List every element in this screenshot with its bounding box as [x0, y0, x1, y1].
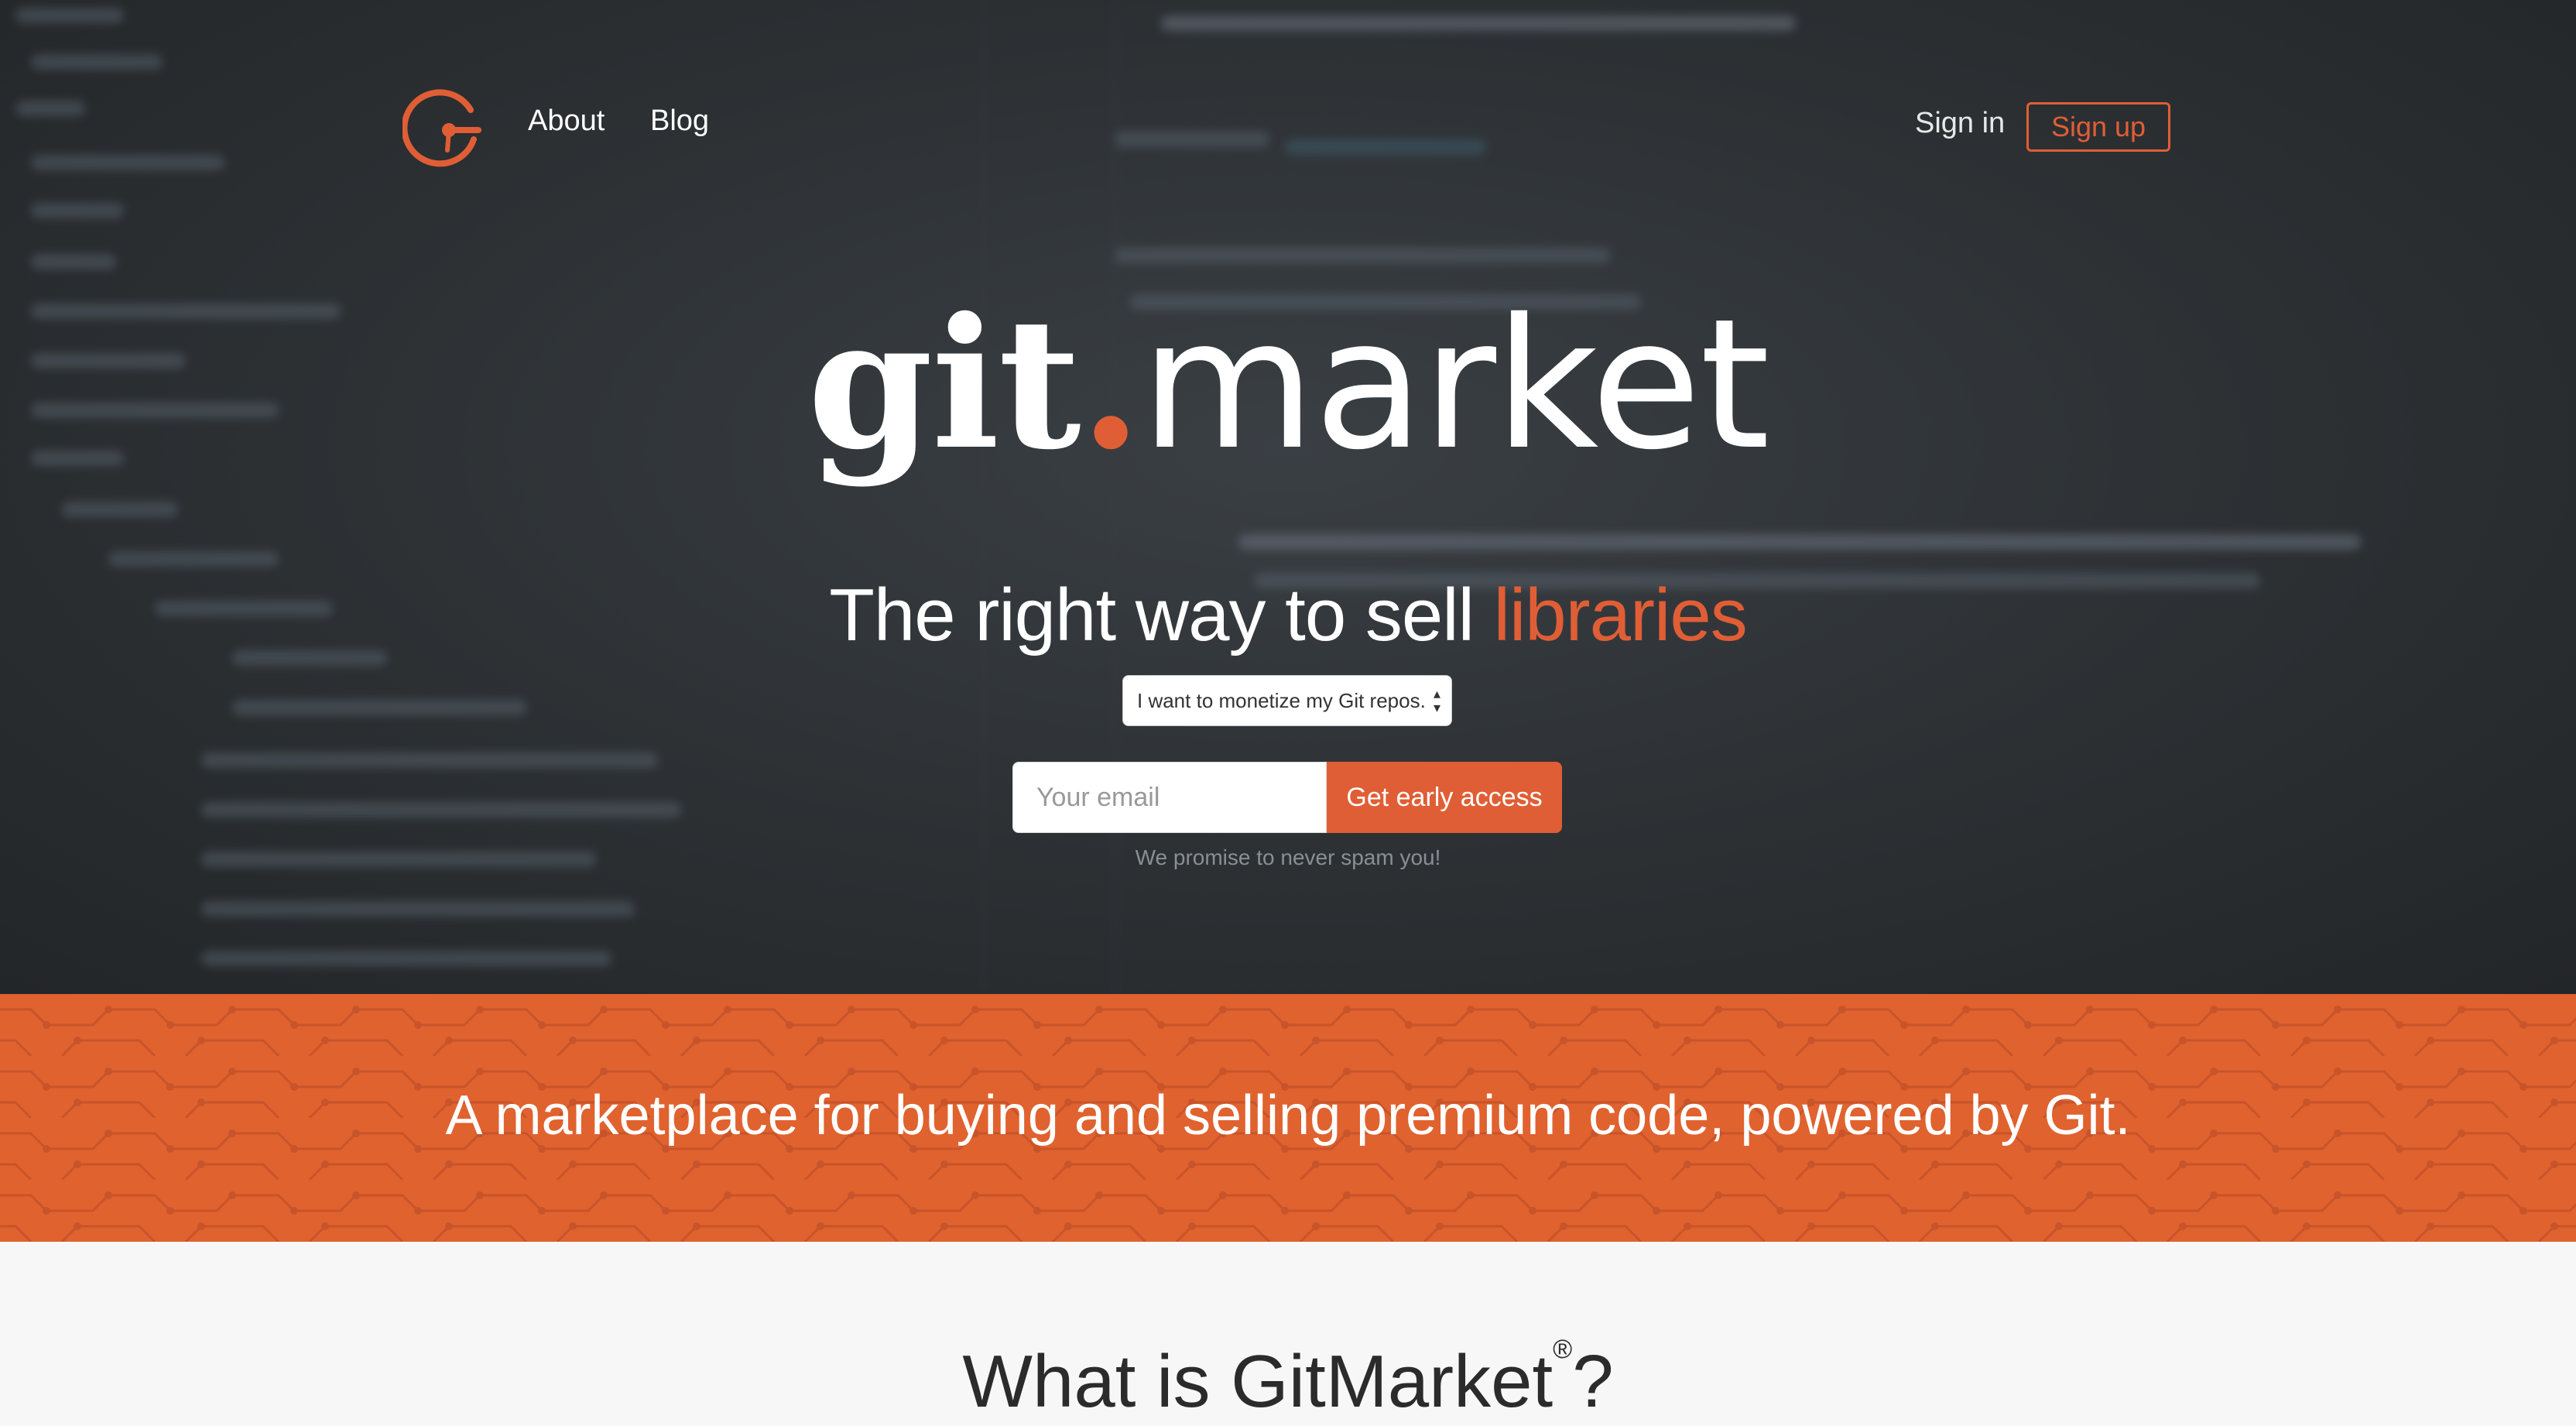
intent-select[interactable]: I want to monetize my Git repos. ▴ ▾: [1122, 675, 1452, 726]
email-input[interactable]: Your email: [1012, 762, 1327, 833]
subtitle-prefix: The right way to sell: [829, 574, 1494, 656]
hero-subtitle: The right way to sell libraries: [0, 573, 2576, 658]
nav-about-link[interactable]: About: [528, 105, 605, 138]
section-heading: What is GitMarket®?: [0, 1335, 2576, 1424]
git-market-logo-icon[interactable]: [401, 85, 488, 170]
select-arrows-icon: ▴ ▾: [1433, 686, 1440, 715]
sign-up-button[interactable]: Sign up: [2026, 102, 2170, 152]
title-market: market: [1140, 280, 1769, 489]
heading-prefix: What is GitMarket: [962, 1340, 1553, 1423]
get-early-access-button[interactable]: Get early access: [1327, 762, 1562, 833]
title-dot: .: [1079, 278, 1142, 489]
heading-suffix: ?: [1572, 1340, 1614, 1423]
registered-mark: ®: [1553, 1335, 1573, 1364]
subtitle-accent: libraries: [1493, 574, 1748, 656]
sign-in-link[interactable]: Sign in: [1915, 107, 2005, 140]
tagline-text: A marketplace for buying and selling pre…: [445, 1085, 2131, 1147]
site-title: git.market: [0, 294, 2576, 475]
intent-select-value: I want to monetize my Git repos.: [1137, 688, 1426, 712]
nav-blog-link[interactable]: Blog: [650, 105, 709, 138]
hero-section: About Blog Sign in Sign up git.market Th…: [0, 0, 2576, 994]
no-spam-note: We promise to never spam you!: [1135, 845, 1441, 869]
title-git: git: [807, 278, 1081, 489]
